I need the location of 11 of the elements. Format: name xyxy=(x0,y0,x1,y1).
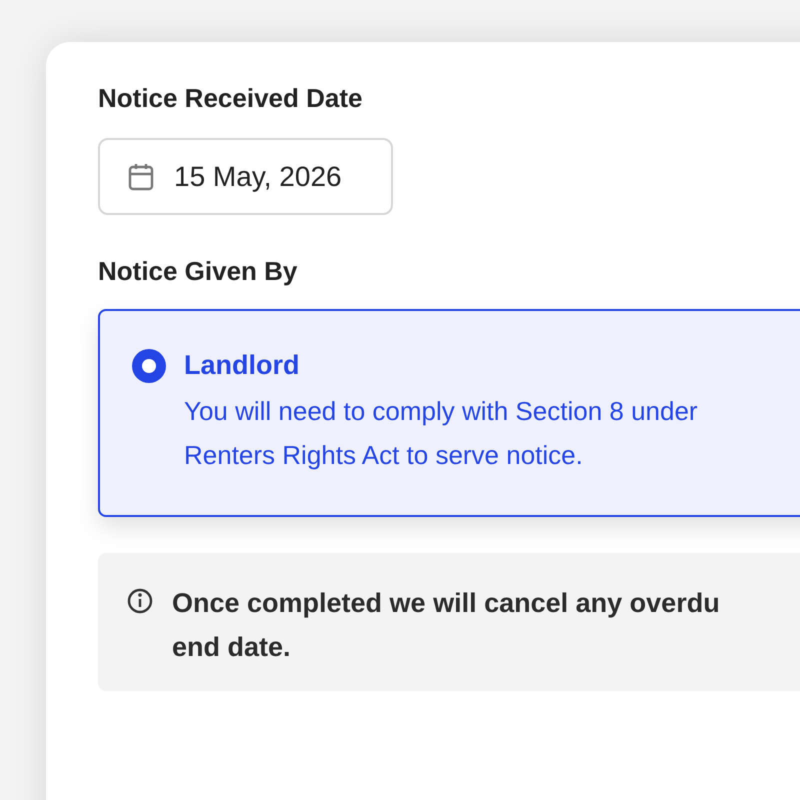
date-field[interactable]: 15 May, 2026 xyxy=(98,138,393,215)
date-value: 15 May, 2026 xyxy=(174,160,342,194)
info-icon xyxy=(126,587,154,615)
radio-icon xyxy=(132,349,166,383)
calendar-icon xyxy=(128,162,154,190)
field-label: Notice Received Date xyxy=(98,82,362,114)
field-label: Notice Given By xyxy=(98,255,298,287)
option-title: Landlord xyxy=(184,349,300,382)
option-description: You will need to comply with Section 8 under Renters Rights Act to serve notice. xyxy=(184,395,699,472)
info-text: Once completed we will cancel any overdu end date. xyxy=(172,587,720,664)
radio-option[interactable]: Landlord You will need to comply with Section 8 under Renters Rights Act to serve notice. xyxy=(98,309,800,517)
